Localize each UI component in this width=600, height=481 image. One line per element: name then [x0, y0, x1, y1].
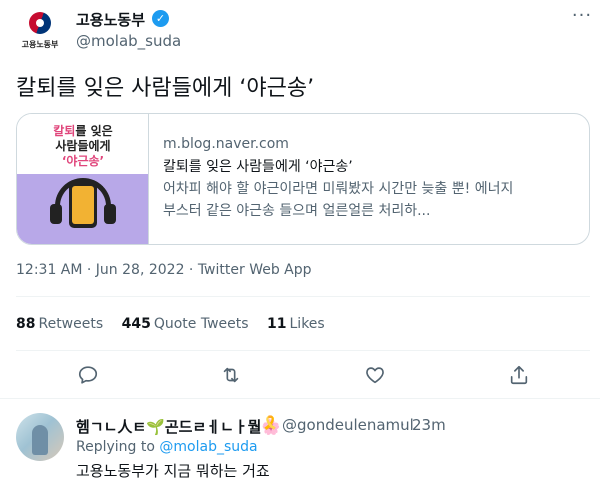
card-domain: m.blog.naver.com	[163, 136, 289, 152]
retweet-button[interactable]	[218, 362, 244, 388]
thumbnail-title-line2: 사람들에게	[55, 139, 111, 153]
phone-screen	[72, 186, 94, 224]
replying-to-prefix: Replying to	[76, 439, 155, 455]
likes-count: 11	[267, 316, 287, 332]
reply-text: 고용노동부가 지금 뭐하는 거죠	[76, 462, 270, 480]
reply-handle[interactable]: @gondeulenamul	[282, 416, 414, 434]
retweets-count: 88	[16, 316, 36, 332]
likes-stat[interactable]: 11 Likes	[267, 316, 325, 332]
tweet-text: 칼퇴를 잊은 사람들에게 ‘야근송’	[16, 76, 315, 101]
account-avatar[interactable]: 고용노동부	[16, 6, 64, 54]
divider	[16, 296, 590, 297]
headphone-left-cup	[50, 204, 62, 224]
retweets-stat[interactable]: 88 Retweets	[16, 316, 103, 332]
reply-button[interactable]	[75, 362, 101, 388]
tweet-stats: 88 Retweets 445 Quote Tweets 11 Likes	[16, 316, 339, 332]
divider	[0, 398, 600, 399]
reply-time[interactable]: 23m	[412, 416, 446, 434]
tweet-timestamp[interactable]: 12:31 AM · Jun 28, 2022 · Twitter Web Ap…	[16, 262, 312, 278]
card-description-line1: 어차피 해야 할 야근이라면 미뤄봤자 시간만 늦출 뿐! 에너지	[163, 181, 514, 197]
verified-badge-icon: ✓	[152, 10, 169, 27]
share-button[interactable]	[506, 362, 532, 388]
quote-tweets-label: Quote Tweets	[153, 316, 249, 332]
avatar-figure	[32, 425, 48, 455]
replying-to-mention[interactable]: @molab_suda	[159, 439, 257, 455]
ribbon-icon: 🎗️	[262, 416, 279, 431]
quote-tweets-count: 445	[121, 316, 151, 332]
reply-avatar[interactable]	[16, 413, 64, 461]
card-thumbnail: 칼퇴를 잊은 사람들에게 ‘야근송’	[17, 114, 149, 244]
more-options-icon[interactable]: ···	[570, 6, 594, 30]
tweet-header: 고용노동부 고용노동부 ✓ @molab_suda ···	[0, 0, 600, 60]
separator-dot: ·	[400, 416, 405, 434]
reply-tweet[interactable]: 헴ㄱㄴ人ㅌ🌱곤드ㄹㅔㄴㅏ뭘🌸 🎗️ @gondeulenamul · 23m R…	[0, 405, 600, 481]
avatar-label: 고용노동부	[21, 40, 59, 49]
action-bar	[0, 362, 600, 392]
thumbnail-title-highlight: 칼퇴	[53, 124, 76, 138]
card-description-line2: 부스터 같은 야근송 들으며 얼른얼른 처리하...	[163, 203, 431, 219]
thumbnail-title-line3: ‘야근송’	[61, 154, 105, 168]
phone-icon	[69, 182, 97, 228]
account-handle[interactable]: @molab_suda	[76, 32, 181, 50]
retweets-label: Retweets	[38, 316, 104, 332]
share-icon	[510, 365, 528, 385]
reply-display-name[interactable]: 헴ㄱㄴ人ㅌ🌱곤드ㄹㅔㄴㅏ뭘🌸	[76, 416, 280, 437]
reply-icon	[78, 366, 98, 384]
retweet-icon	[223, 367, 239, 383]
like-button[interactable]	[362, 362, 388, 388]
taegeuk-emblem-icon	[29, 12, 51, 34]
card-body: m.blog.naver.com 칼퇴를 잊은 사람들에게 ‘야근송’ 어차피 …	[163, 134, 583, 222]
likes-label: Likes	[289, 316, 325, 332]
card-title: 칼퇴를 잊은 사람들에게 ‘야근송’	[163, 159, 353, 175]
divider	[16, 350, 590, 351]
quote-tweets-stat[interactable]: 445 Quote Tweets	[122, 316, 249, 332]
headphone-right-cup	[104, 204, 116, 224]
thumbnail-title-line1: 를 잊은	[75, 124, 113, 138]
thumbnail-title: 칼퇴를 잊은 사람들에게 ‘야근송’	[27, 124, 139, 169]
display-name[interactable]: 고용노동부	[76, 9, 145, 30]
link-preview-card[interactable]: 칼퇴를 잊은 사람들에게 ‘야근송’ m.blog.naver.com 칼퇴를 …	[16, 113, 590, 245]
like-icon	[366, 367, 384, 384]
replying-to: Replying to @molab_suda	[76, 439, 258, 455]
